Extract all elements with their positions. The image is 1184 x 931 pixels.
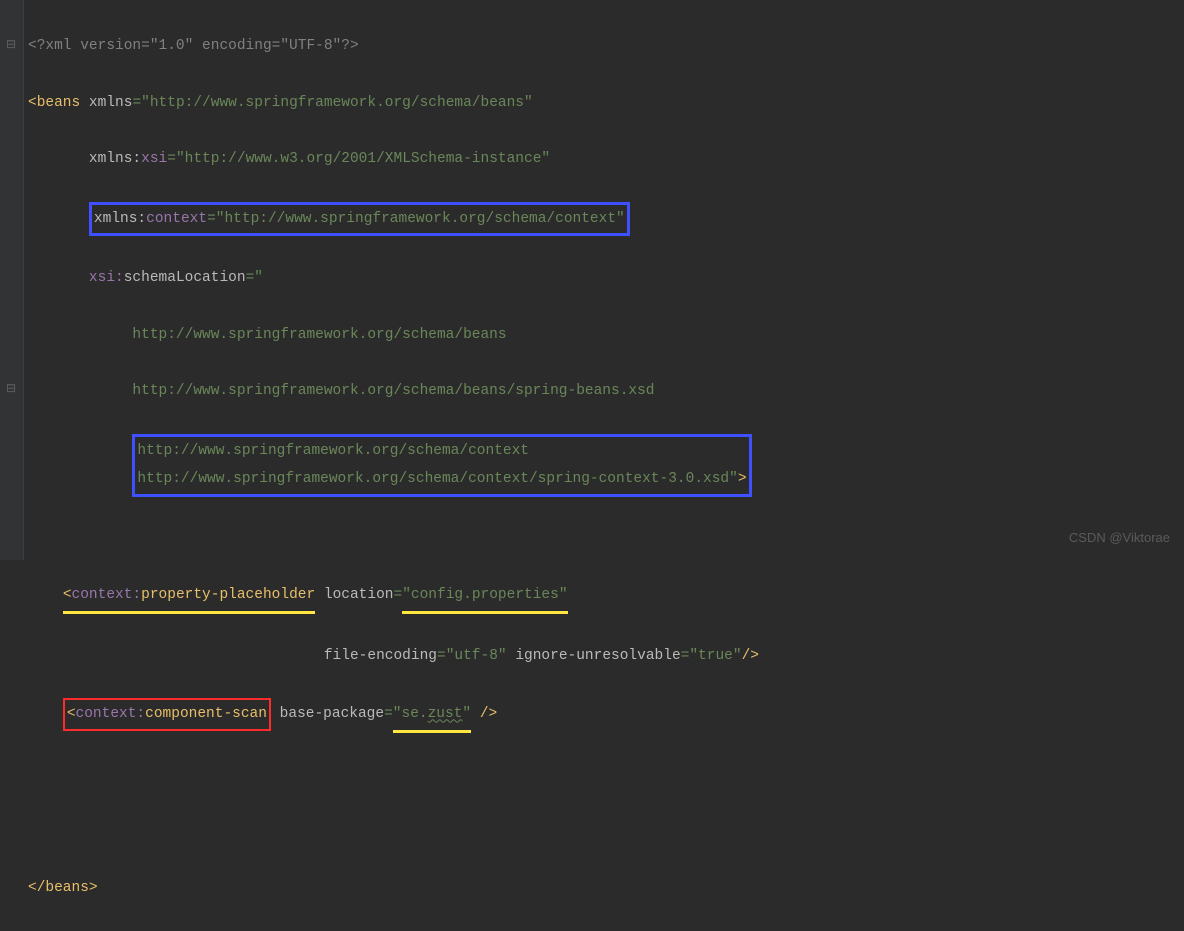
underline-yellow: "se.zust" (393, 700, 471, 732)
beans-open: <beans xmlns="http://www.springframework… (28, 89, 1184, 117)
property-placeholder-cont: file-encoding="utf-8" ignore-unresolvabl… (28, 642, 1184, 670)
watermark: CSDN @Viktorae (1069, 525, 1170, 550)
blank-line (28, 817, 1184, 845)
beans-close: </beans> (28, 874, 1184, 902)
xml-pi: <?xml version="1.0" encoding="UTF-8"?> (28, 32, 1184, 60)
highlight-box-blue: xmlns:context="http://www.springframewor… (89, 202, 630, 236)
component-scan: <context:component-scan base-package="se… (28, 698, 1184, 732)
underline-yellow: "config.properties" (402, 581, 567, 613)
fold-handle[interactable]: ⊟ (6, 34, 16, 57)
schema-line: http://www.springframework.org/schema/be… (28, 377, 1184, 405)
blank-line (28, 761, 1184, 789)
code-editor[interactable]: <?xml version="1.0" encoding="UTF-8"?> <… (24, 0, 1184, 931)
property-placeholder: <context:property-placeholder location="… (28, 581, 1184, 613)
fold-handle[interactable]: ⊟ (6, 378, 16, 401)
schema-line: http://www.springframework.org/schema/co… (28, 434, 1184, 497)
xmlns-context: xmlns:context="http://www.springframewor… (28, 202, 1184, 236)
gutter: ⊟ ⊟ (0, 0, 24, 560)
blank-line (28, 525, 1184, 553)
xmlns-xsi: xmlns:xsi="http://www.w3.org/2001/XMLSch… (28, 145, 1184, 173)
schema-location: xsi:schemaLocation=" (28, 264, 1184, 292)
schema-line: http://www.springframework.org/schema/be… (28, 321, 1184, 349)
highlight-box-blue: http://www.springframework.org/schema/co… (132, 434, 751, 497)
highlight-box-red: <context:component-scan (63, 698, 271, 730)
underline-yellow: <context:property-placeholder (63, 581, 315, 613)
